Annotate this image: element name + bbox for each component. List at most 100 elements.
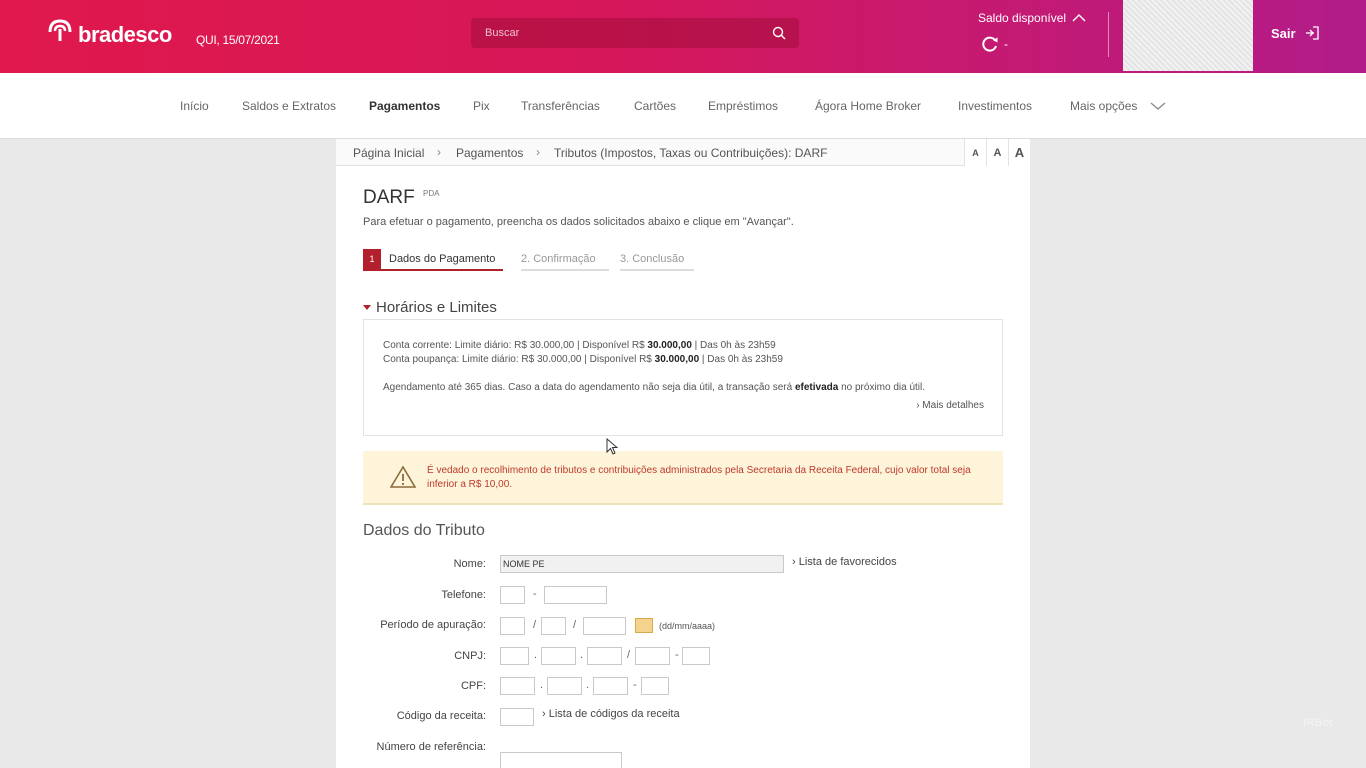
breadcrumb: Página Inicial › Pagamentos › Tributos (… [336,139,1030,166]
slash-separator: / [533,619,537,631]
cnpj-part2-input[interactable] [541,647,576,665]
dot-separator: . [580,649,584,661]
periodo-dia-input[interactable] [500,617,525,635]
main-nav: Início Saldos e Extratos Pagamentos Pix … [0,73,1366,139]
saldo-value: - [1004,37,1008,51]
search-icon[interactable] [771,25,787,41]
dot-separator: . [540,679,544,691]
search-input[interactable] [471,18,799,48]
step-conclusao: 3. Conclusão [620,253,694,271]
bradesco-tree-icon [48,19,72,41]
slash-separator: / [573,619,577,631]
bradesco-logo[interactable]: bradesco [46,16,172,48]
page-title: DARF [363,187,415,208]
header-divider [1108,12,1109,57]
cpf-label: CPF: [460,680,486,692]
periodo-mes-input[interactable] [541,617,566,635]
dash-separator: - [633,679,637,691]
cnpj-part3-input[interactable] [587,647,622,665]
telefone-ddd-input[interactable] [500,586,525,604]
step-dados-pagamento: 1 Dados do Pagamento [363,249,504,271]
nav-transferencias[interactable]: Transferências [521,99,600,113]
brand-name: bradesco [78,22,172,47]
periodo-ano-input[interactable] [583,617,626,635]
numero-referencia-label: Número de referência: [376,741,486,753]
breadcrumb-pagamentos[interactable]: Pagamentos [456,146,523,160]
chevron-up-icon [1072,14,1086,22]
account-info-masked [1123,0,1253,71]
font-small-button[interactable]: A [964,139,986,166]
refresh-icon[interactable] [980,34,1000,54]
content-panel: Página Inicial › Pagamentos › Tributos (… [336,139,1030,768]
nav-cartoes[interactable]: Cartões [634,99,676,113]
nav-investimentos[interactable]: Investimentos [958,99,1032,113]
slash-separator: / [627,649,631,661]
nav-emprestimos[interactable]: Empréstimos [708,99,778,113]
limits-box: Conta corrente: Limite diário: R$ 30.000… [363,319,1003,436]
dot-separator: . [534,649,538,661]
warning-icon [390,465,416,488]
chevron-down-icon[interactable] [1150,101,1166,111]
nome-label: Nome: [453,558,486,570]
nome-input[interactable] [500,555,784,573]
nav-agora-home-broker[interactable]: Ágora Home Broker [815,99,921,113]
step-confirmacao: 2. Confirmação [521,253,609,271]
mais-detalhes-link[interactable]: › Mais detalhes [916,400,984,411]
telefone-numero-input[interactable] [544,586,607,604]
logout-button[interactable]: Sair [1271,25,1320,41]
warning-banner: É vedado o recolhimento de tributos e co… [363,451,1003,505]
step-number: 1 [363,249,381,269]
breadcrumb-separator-icon: › [536,145,540,159]
logout-label: Sair [1271,25,1296,41]
caret-down-icon [363,305,371,310]
font-medium-button[interactable]: A [986,139,1008,166]
saldo-refresh[interactable]: - [980,34,1008,54]
watermark: IRBot [1303,717,1334,729]
lista-codigos-link[interactable]: › Lista de códigos da receita [542,708,680,720]
dash-separator: - [675,649,679,661]
dot-separator: . [586,679,590,691]
page-subtitle: Para efetuar o pagamento, preencha os da… [363,216,794,228]
numero-referencia-input[interactable] [500,752,622,768]
lista-favorecidos-link[interactable]: › Lista de favorecidos [792,556,897,568]
breadcrumb-home[interactable]: Página Inicial [353,146,424,160]
nav-saldos-extratos[interactable]: Saldos e Extratos [242,99,336,113]
periodo-format-hint: (dd/mm/aaaa) [659,621,716,631]
cpf-digito-input[interactable] [641,677,669,695]
telefone-label: Telefone: [441,589,486,601]
cpf-part2-input[interactable] [547,677,582,695]
nav-inicio[interactable]: Início [180,99,209,113]
cnpj-part4-input[interactable] [635,647,670,665]
font-large-button[interactable]: A [1008,139,1030,166]
codigo-receita-label: Código da receita: [396,710,486,722]
nav-mais-opcoes[interactable]: Mais opções [1070,99,1137,113]
horarios-limites-heading: Horários e Limites [376,299,497,316]
calendar-icon[interactable] [635,618,653,633]
search-box[interactable] [471,18,799,48]
dash-separator: - [533,588,537,600]
cnpj-label: CNPJ: [454,650,486,662]
breadcrumb-separator-icon: › [437,145,441,159]
limit-conta-corrente: Conta corrente: Limite diário: R$ 30.000… [383,340,776,351]
nav-pagamentos[interactable]: Pagamentos [369,99,440,113]
pda-badge: PDA [423,189,440,198]
saldo-label: Saldo disponível [978,11,1067,25]
agendamento-info: Agendamento até 365 dias. Caso a data do… [383,382,926,393]
mouse-cursor-icon [606,438,618,455]
warning-text: É vedado o recolhimento de tributos e co… [427,465,971,490]
dados-tributo-heading: Dados do Tributo [363,522,485,539]
breadcrumb-current: Tributos (Impostos, Taxas ou Contribuiçõ… [554,146,828,160]
codigo-receita-input[interactable] [500,708,534,726]
cpf-part1-input[interactable] [500,677,535,695]
limit-conta-poupanca: Conta poupança: Limite diário: R$ 30.000… [383,354,783,365]
horarios-limites-toggle[interactable]: Horários e Limites [363,299,497,316]
nav-pix[interactable]: Pix [473,99,490,113]
logout-icon [1305,26,1319,40]
step-label: Dados do Pagamento [389,253,496,265]
cnpj-digito-input[interactable] [682,647,710,665]
saldo-toggle[interactable]: Saldo disponível [978,11,1086,25]
periodo-label: Período de apuração: [380,619,486,631]
current-date: QUI, 15/07/2021 [196,33,280,47]
cpf-part3-input[interactable] [593,677,628,695]
cnpj-part1-input[interactable] [500,647,529,665]
